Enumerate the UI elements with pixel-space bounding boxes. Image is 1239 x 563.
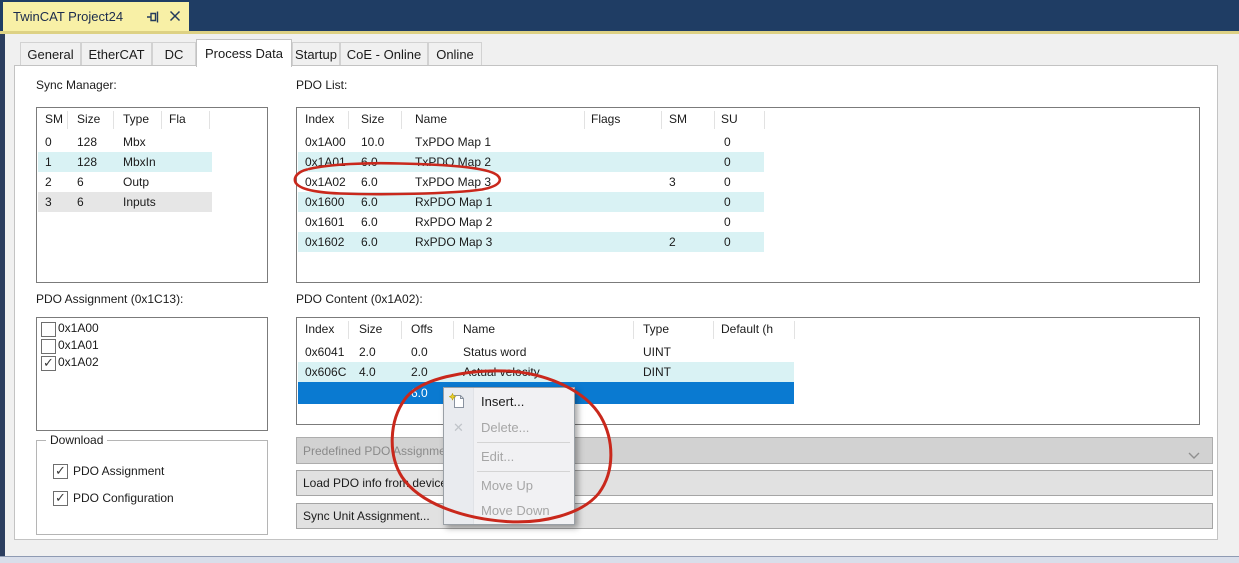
tab-startup[interactable]: Startup <box>292 42 340 65</box>
col-header[interactable]: Name <box>415 112 447 126</box>
col-header[interactable]: Type <box>123 112 149 126</box>
pdo-content-label: PDO Content (0x1A02): <box>296 292 423 306</box>
pdo-assignment-label: PDO Assignment (0x1C13): <box>36 292 183 306</box>
table-row[interactable]: 0x1602 6.0 RxPDO Map 3 2 0 <box>298 232 764 252</box>
table-row[interactable]: 0 128 Mbx <box>38 132 212 152</box>
col-header[interactable]: Type <box>643 322 669 336</box>
download-group-label: Download <box>46 433 107 447</box>
menu-separator <box>477 442 570 443</box>
pdo-list-header[interactable]: Index Size Name Flags SM SU <box>297 108 1199 132</box>
checkbox-0x1A02[interactable] <box>41 356 56 371</box>
menu-item-delete: ✕ Delete... <box>444 415 574 440</box>
table-row[interactable]: 0x6041 2.0 0.0 Status word UINT <box>298 342 794 362</box>
col-header[interactable]: Name <box>463 322 495 336</box>
checkbox-label[interactable]: 0x1A00 <box>58 321 99 336</box>
tab-online[interactable]: Online <box>428 42 482 65</box>
document-tab[interactable]: TwinCAT Project24 <box>3 2 189 31</box>
tab-process-data[interactable]: Process Data <box>196 39 292 67</box>
menu-separator <box>477 471 570 472</box>
sync-manager-label: Sync Manager: <box>36 78 117 92</box>
checkbox-0x1A01[interactable] <box>41 339 56 354</box>
col-header[interactable]: Size <box>359 322 382 336</box>
pdo-list-table[interactable]: Index Size Name Flags SM SU 0x1A00 10.0 … <box>296 107 1200 283</box>
table-row[interactable]: 0x1601 6.0 RxPDO Map 2 0 <box>298 212 764 232</box>
delete-icon: ✕ <box>453 415 464 440</box>
button-label: Load PDO info from device <box>303 471 447 496</box>
checkbox-pdo-assignment[interactable] <box>53 464 68 479</box>
table-row[interactable]: 2 6 Outp <box>38 172 212 192</box>
menu-item-move-down: Move Down <box>444 498 574 523</box>
sync-unit-assignment-button[interactable]: Sync Unit Assignment... <box>296 503 1213 529</box>
active-tab-accent-line <box>0 31 1239 34</box>
col-header[interactable]: SU <box>721 112 738 126</box>
tab-coe-online[interactable]: CoE - Online <box>340 42 428 65</box>
close-icon[interactable] <box>168 9 184 25</box>
col-header[interactable]: SM <box>669 112 687 126</box>
tab-general[interactable]: General <box>20 42 81 65</box>
pdo-assignment-list[interactable]: 0x1A00 0x1A01 0x1A02 <box>36 317 268 431</box>
checkbox-label[interactable]: 0x1A02 <box>58 355 99 370</box>
document-tab-title: TwinCAT Project24 <box>13 2 123 31</box>
sync-manager-header[interactable]: SM Size Type Fla <box>37 108 267 132</box>
col-header[interactable]: Default (h <box>721 322 773 336</box>
predefined-pdo-assignment-combo: Predefined PDO Assignment <box>296 437 1213 464</box>
checkbox-label[interactable]: PDO Assignment <box>73 464 164 479</box>
col-header[interactable]: Size <box>361 112 384 126</box>
pdo-content-table[interactable]: Index Size Offs Name Type Default (h 0x6… <box>296 317 1200 425</box>
button-label: Sync Unit Assignment... <box>303 504 430 529</box>
checkbox-label[interactable]: 0x1A01 <box>58 338 99 353</box>
table-row-selected[interactable]: 3 6 Inputs <box>38 192 212 212</box>
col-header[interactable]: Size <box>77 112 100 126</box>
twincat-window: TwinCAT Project24 General EtherCAT DC Pr… <box>0 0 1239 563</box>
window-left-border <box>0 34 5 556</box>
checkbox-label[interactable]: PDO Configuration <box>73 491 174 506</box>
pdo-list-label: PDO List: <box>296 78 347 92</box>
col-header[interactable]: Index <box>305 112 334 126</box>
checkbox-0x1A00[interactable] <box>41 322 56 337</box>
table-row[interactable]: 1 128 MbxIn <box>38 152 212 172</box>
menu-item-move-up: Move Up <box>444 473 574 498</box>
checkbox-pdo-configuration[interactable] <box>53 491 68 506</box>
context-menu: Insert... ✕ Delete... Edit... Move Up Mo… <box>443 387 575 525</box>
col-header[interactable]: SM <box>45 112 63 126</box>
table-row[interactable]: 0x1600 6.0 RxPDO Map 1 0 <box>298 192 764 212</box>
col-header[interactable]: Flags <box>591 112 620 126</box>
download-group: Download PDO Assignment PDO Configuratio… <box>36 440 268 535</box>
pin-icon[interactable] <box>146 10 160 27</box>
col-header[interactable]: Index <box>305 322 334 336</box>
tab-dc[interactable]: DC <box>152 42 196 65</box>
table-row[interactable]: 0x1A00 10.0 TxPDO Map 1 0 <box>298 132 764 152</box>
col-header[interactable]: Fla <box>169 112 186 126</box>
table-row-circled[interactable]: 0x1A02 6.0 TxPDO Map 3 3 0 <box>298 172 764 192</box>
menu-item-edit: Edit... <box>444 444 574 469</box>
menu-item-insert[interactable]: Insert... <box>444 389 574 414</box>
load-pdo-info-button[interactable]: Load PDO info from device <box>296 470 1213 496</box>
chevron-down-icon <box>1188 448 1200 462</box>
combo-value: Predefined PDO Assignment <box>303 438 456 464</box>
window-bottom-border <box>0 556 1239 563</box>
col-header[interactable]: Offs <box>411 322 433 336</box>
table-row[interactable]: 0x606C 4.0 2.0 Actual velocity DINT <box>298 362 794 382</box>
pdo-content-header[interactable]: Index Size Offs Name Type Default (h <box>297 318 1199 342</box>
table-row[interactable]: 0x1A01 6.0 TxPDO Map 2 0 <box>298 152 764 172</box>
tab-ethercat[interactable]: EtherCAT <box>81 42 152 65</box>
sync-manager-table[interactable]: SM Size Type Fla 0 128 Mbx 1 128 MbxIn 2… <box>36 107 268 283</box>
